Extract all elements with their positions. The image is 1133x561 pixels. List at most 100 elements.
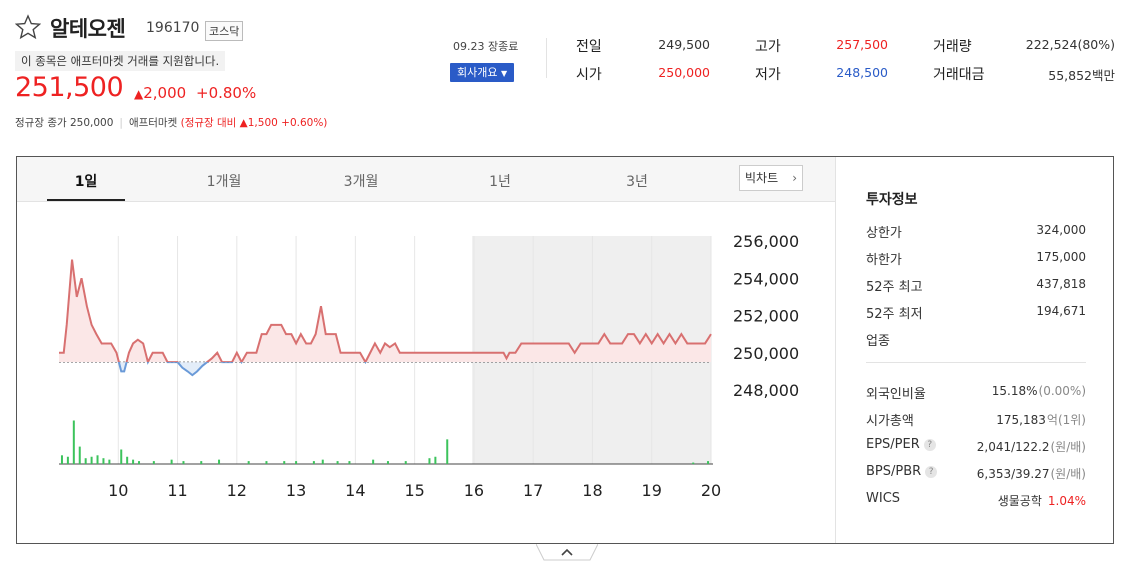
volume-bar: [102, 458, 105, 464]
x-tick-label: 16: [464, 481, 484, 500]
volume-bar: [132, 459, 135, 464]
help-icon[interactable]: ?: [925, 465, 938, 478]
stat-value: 249,500: [658, 37, 710, 52]
stat-label: 저가: [755, 67, 781, 83]
up-triangle-icon: ▲: [134, 87, 144, 101]
info-label: WICS: [866, 491, 900, 506]
volume-bar: [265, 461, 268, 464]
volume-bar: [120, 449, 123, 464]
x-tick-label: 20: [701, 481, 721, 500]
tab-period[interactable]: 1개월: [207, 171, 242, 191]
info-label: 하한가: [866, 253, 902, 268]
volume-bar: [78, 446, 81, 464]
volume-bar: [386, 461, 389, 464]
info-value: 175,000: [1036, 250, 1086, 264]
market-badge: 코스닥: [205, 21, 244, 41]
company-overview-label: 회사개요: [457, 66, 498, 79]
stat-label: 고가: [755, 39, 781, 55]
volume-bar: [200, 461, 203, 464]
stat-label: 거래대금: [933, 67, 985, 83]
info-label: 외국인비율: [866, 383, 926, 402]
volume-bar: [372, 459, 375, 464]
info-value-main: 2,041/122.2: [976, 440, 1050, 454]
stat-label: 시가: [576, 67, 602, 83]
x-tick-label: 18: [582, 481, 602, 500]
info-value: 175,183억(1위): [996, 411, 1086, 428]
info-value-extra: 1.04%: [1047, 494, 1086, 508]
info-value-main: 6,353/39.27: [976, 467, 1050, 481]
current-price: 251,500: [15, 72, 124, 103]
x-tick-label: 12: [227, 481, 247, 500]
stock-name: 알테오젠: [50, 17, 126, 41]
volume-bar: [152, 461, 155, 464]
info-label: EPS/PER?: [866, 437, 936, 452]
stat-value: 250,000: [658, 65, 710, 80]
volume-bar: [60, 455, 63, 464]
big-chart-label: 빅차트: [745, 171, 779, 185]
separator: |: [119, 117, 123, 129]
company-overview-button[interactable]: 회사개요 ▼: [450, 63, 515, 82]
volume-bar: [434, 456, 437, 464]
info-value: 15.18%(0.00%): [992, 384, 1086, 398]
tab-period[interactable]: 3개월: [344, 171, 379, 191]
info-value-main: 생물공학: [997, 494, 1042, 508]
panel-divider: [835, 157, 836, 543]
favorite-star-icon[interactable]: [15, 14, 41, 40]
volume-bar: [295, 461, 298, 464]
tab-period[interactable]: 1일: [75, 171, 98, 191]
info-label: 시가총액: [866, 410, 914, 429]
volume-bar: [182, 461, 185, 464]
volume-bar: [108, 459, 111, 464]
y-tick-label: 254,000: [733, 269, 799, 288]
x-tick-label: 14: [345, 481, 365, 500]
info-value: 194,671: [1036, 304, 1086, 318]
big-chart-button[interactable]: 빅차트 ›: [739, 165, 803, 191]
info-value-main: 15.18%: [991, 384, 1038, 398]
info-value: 324,000: [1036, 223, 1086, 237]
info-value: 6,353/39.27(원/배): [977, 465, 1086, 482]
volume-bar: [247, 461, 250, 464]
period-tabbar: [17, 157, 835, 202]
y-tick-label: 252,000: [733, 307, 799, 326]
info-value: 2,041/122.2(원/배): [977, 438, 1086, 455]
investment-info-title: 투자정보: [866, 192, 918, 208]
header-divider: [546, 38, 547, 78]
volume-bar: [336, 461, 339, 464]
volume-bar: [84, 458, 87, 464]
stat-label: 거래량: [933, 39, 972, 55]
caret-down-icon: ▼: [500, 69, 508, 78]
info-value: 437,818: [1036, 277, 1086, 291]
y-tick-label: 250,000: [733, 344, 799, 363]
intraday-chart[interactable]: 256,000 254,000 252,000 250,000 248,000 10 11 1…: [17, 202, 835, 542]
info-label: 52주 최고: [866, 280, 923, 295]
x-tick-label: 15: [404, 481, 424, 500]
collapse-chart-button[interactable]: [536, 544, 598, 561]
info-value-extra: (0.00%): [1038, 384, 1086, 398]
price-subline: 정규장 종가 250,000 | 애프터마켓 (정규장 대비 ▲1,500 +0.6…: [15, 115, 327, 130]
market-date-status: 09.23 장종료: [453, 40, 519, 53]
y-tick-label: 256,000: [733, 232, 799, 251]
x-tick-label: 19: [642, 481, 662, 500]
aftermarket-compare: (정규장 대비 ▲1,500 +0.60%): [180, 117, 328, 129]
volume-bar: [170, 459, 173, 464]
change-amount: 2,000: [143, 84, 187, 102]
help-icon[interactable]: ?: [923, 438, 936, 451]
info-value-main: 175,183: [996, 413, 1046, 427]
volume-bar: [312, 461, 315, 464]
volume-bar: [707, 461, 710, 464]
aftermarket-notice: 이 종목은 애프터마켓 거래를 지원합니다.: [15, 51, 226, 71]
price-change: ▲2,000: [134, 84, 186, 102]
info-label-text: 외국인비율: [866, 387, 926, 402]
chevron-right-icon: ›: [792, 171, 797, 185]
tab-period[interactable]: 3년: [626, 171, 648, 191]
info-value-extra: (원/배): [1050, 467, 1087, 481]
volume-bar: [72, 420, 75, 464]
x-tick-label: 11: [167, 481, 187, 500]
info-label-text: 시가총액: [866, 414, 914, 429]
tab-period[interactable]: 1년: [489, 171, 511, 191]
volume-bar: [90, 456, 93, 464]
x-tick-label: 10: [108, 481, 128, 500]
info-label: 업종: [866, 334, 890, 349]
stat-value: 257,500: [836, 37, 888, 52]
info-value-extra: 억(1위): [1046, 413, 1086, 427]
